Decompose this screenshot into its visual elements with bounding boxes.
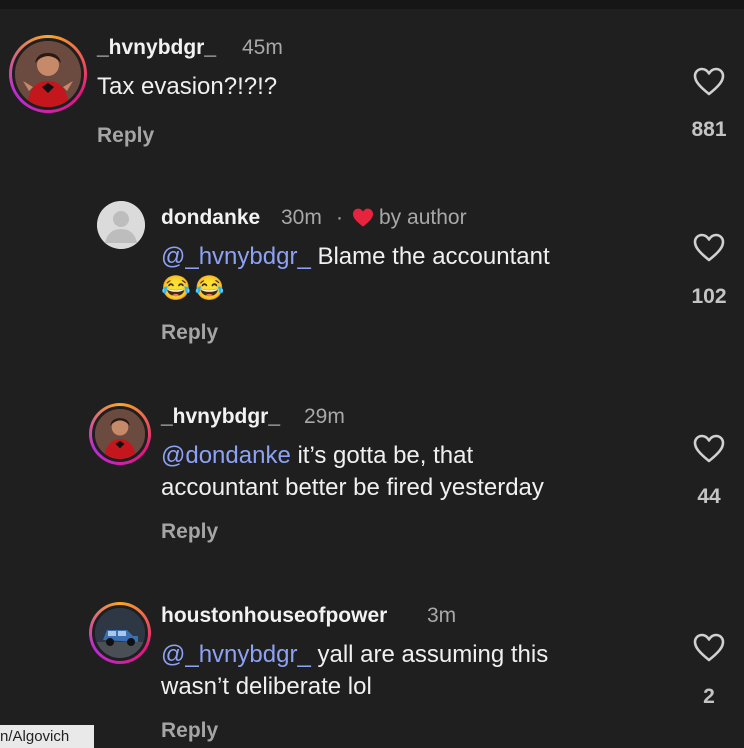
reply-button[interactable]: Reply [161,520,218,544]
avatar[interactable] [9,35,87,113]
reply-button[interactable]: Reply [161,321,218,345]
separator-dot: · [336,206,343,229]
like-count: 102 [691,285,727,308]
comment-username[interactable]: _hvnybdgr_ [161,405,280,429]
comment-time: 29m [304,405,345,428]
comment-text-line-2: accountant better be fired yesterday [161,474,544,501]
comment-username[interactable]: _hvnybdgr_ [97,36,216,60]
red-heart-icon [353,208,373,227]
by-author-label: by author [379,206,467,229]
comment-text: @_hvnybdgr_ Blame the accountant [161,241,550,273]
comment-text: Tax evasion?!?!? [97,73,278,100]
mention-link[interactable]: @_hvnybdgr_ [161,641,311,668]
top-divider [0,0,744,9]
comment-text: @dondanke it’s gotta be, that [161,440,473,472]
heart-icon[interactable] [693,633,725,663]
comment-text: @_hvnybdgr_ yall are assuming this [161,639,548,671]
kid-in-red-costume-avatar-icon [95,409,145,459]
reply-button[interactable]: Reply [161,719,218,743]
comment-time: 45m [242,36,283,59]
comment-text-line-2: wasn’t deliberate lol [161,673,372,700]
comment-emoji: 😂😂 [161,275,229,302]
like-count: 44 [697,485,721,508]
reply-button[interactable]: Reply [97,124,154,148]
comment-time: 30m [281,206,322,229]
mention-link[interactable]: @_hvnybdgr_ [161,243,311,270]
comment-username[interactable]: houstonhouseofpower [161,604,387,628]
heart-icon[interactable] [693,434,725,464]
default-user-avatar-icon [97,201,145,249]
author-like-badge: by author [352,206,467,230]
avatar[interactable] [89,602,151,664]
avatar[interactable] [89,403,151,465]
heart-icon[interactable] [693,67,725,97]
comment-username[interactable]: dondanke [161,206,260,230]
like-count: 2 [703,685,715,708]
comment-time: 3m [427,604,457,627]
comment-body: Blame the accountant [310,243,550,270]
kid-in-red-costume-avatar-icon [15,41,81,107]
mention-link[interactable]: @dondanke [161,442,291,469]
like-count: 881 [691,118,727,141]
truck-avatar-icon [95,608,145,658]
heart-icon[interactable] [693,233,725,263]
avatar[interactable] [97,201,145,249]
watermark-label: n/Algovich [0,725,94,748]
comment-body: yall are assuming this [310,641,549,668]
comment-body: it’s gotta be, that [290,442,474,469]
